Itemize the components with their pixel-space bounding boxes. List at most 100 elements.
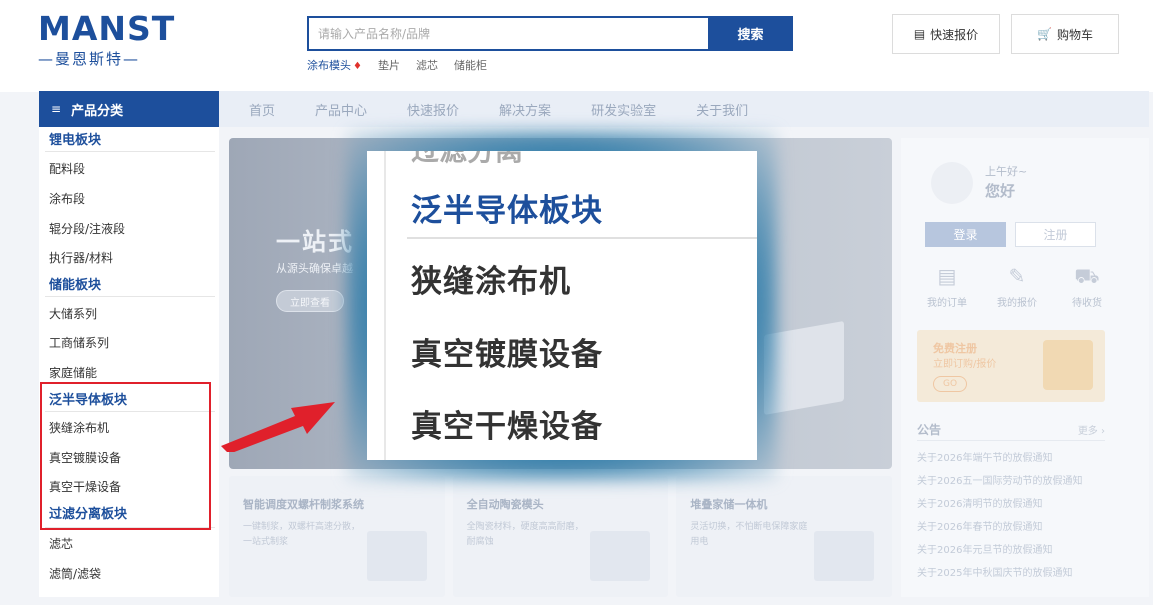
zoom-item: 狭缝涂布机 xyxy=(411,264,571,300)
user-panel: 上午好~ 您好 登录 注册 ▤ 我的订单 ✎ 我的报价 ⛟ 待收货 免费注册 立… xyxy=(901,138,1149,597)
sidebar-item[interactable]: 涂布段 xyxy=(49,190,85,207)
order-icon: ▤ xyxy=(937,264,957,288)
quote-icon: ✎ xyxy=(1008,264,1026,288)
search-input[interactable] xyxy=(309,18,709,49)
search-button[interactable]: 搜索 xyxy=(708,16,793,51)
promo-subtitle: 立即订购/报价 xyxy=(933,359,997,370)
cart-button[interactable]: 🛒 购物车 xyxy=(1011,14,1119,54)
my-orders-link[interactable]: ▤ 我的订单 xyxy=(917,264,977,309)
quick-quote-button[interactable]: ▤ 快速报价 xyxy=(892,14,1000,54)
shortcut-label: 待收货 xyxy=(1072,298,1102,309)
greeting: 上午好~ xyxy=(985,165,1028,178)
category-menu-button[interactable]: ≡ 产品分类 xyxy=(39,91,219,127)
banner-view-button[interactable]: 立即查看 xyxy=(276,290,344,312)
product-tiles: 智能调度双螺杆制浆系统 一键制浆，双螺杆高速分散，一站式制浆 全自动陶瓷模头 全… xyxy=(229,476,893,597)
banner-title: 一站式 xyxy=(276,228,354,256)
banner-subtitle: 从源头确保卓越 xyxy=(276,262,353,275)
promo-title: 免费注册 xyxy=(933,342,977,355)
divider xyxy=(384,151,386,460)
sidebar-section-lithium[interactable]: 锂电板块 xyxy=(49,129,101,148)
tile-title: 堆叠家储一体机 xyxy=(690,498,768,511)
sidebar-item[interactable]: 滤芯 xyxy=(49,535,73,552)
tile-title: 全自动陶瓷模头 xyxy=(466,498,544,511)
hotword-link[interactable]: 滤芯 xyxy=(416,57,438,73)
zoom-item: 真空镀膜设备 xyxy=(411,337,603,373)
sidebar-item[interactable]: 配料段 xyxy=(49,160,85,177)
search-box: 搜索 xyxy=(307,16,793,51)
sidebar-item[interactable]: 家庭储能 xyxy=(49,364,97,381)
tile-image xyxy=(590,531,651,581)
hot-search-words: 涂布模头 ♦ 垫片 滤芯 储能柜 xyxy=(307,57,487,73)
quick-quote-label: 快速报价 xyxy=(930,27,979,42)
menu-icon: ≡ xyxy=(51,102,62,116)
hotword-link[interactable]: 涂布模头 ♦ xyxy=(307,57,362,73)
notice-item[interactable]: 关于2026年春节的放假通知 xyxy=(917,521,1082,544)
nav-lab[interactable]: 研发实验室 xyxy=(591,100,656,119)
pending-delivery-link[interactable]: ⛟ 待收货 xyxy=(1057,264,1117,309)
notice-item[interactable]: 关于2025年中秋国庆节的放假通知 xyxy=(917,567,1082,590)
tile-image xyxy=(814,531,875,581)
divider xyxy=(407,237,757,239)
sidebar-item[interactable]: 工商储系列 xyxy=(49,334,109,351)
sidebar-item[interactable]: 大储系列 xyxy=(49,305,97,322)
divider xyxy=(45,151,215,152)
page: MANST —曼恩斯特— 搜索 涂布模头♦ 垫片 滤芯 储能柜 ▤ 快速报价 🛒… xyxy=(0,0,1153,605)
category-button-label: 产品分类 xyxy=(71,103,124,119)
zoom-item: 真空干燥设备 xyxy=(411,409,603,445)
nav-quote[interactable]: 快速报价 xyxy=(407,100,459,119)
sidebar-item[interactable]: 滤筒/滤袋 xyxy=(49,565,101,582)
zoom-callout: 过滤分离 泛半导体板块 狭缝涂布机 真空镀膜设备 真空干燥设备 xyxy=(367,151,757,460)
product-tile[interactable]: 堆叠家储一体机 灵活切换，不怕断电保障家庭用电 xyxy=(676,476,893,597)
pointer-arrow-icon xyxy=(221,402,335,452)
highlight-box xyxy=(40,382,211,530)
notice-item[interactable]: 关于2026清明节的放假通知 xyxy=(917,498,1082,521)
tile-description: 全陶瓷材料，硬度高高耐磨，耐腐蚀 xyxy=(466,522,584,547)
truck-icon: ⛟ xyxy=(1074,264,1100,288)
sidebar-section-storage[interactable]: 储能板块 xyxy=(49,274,101,293)
nav-home[interactable]: 首页 xyxy=(249,100,275,119)
document-icon: ▤ xyxy=(913,27,926,41)
hello-text: 您好 xyxy=(985,182,1016,200)
tile-image xyxy=(366,531,427,581)
register-promo-banner[interactable]: 免费注册 立即订购/报价 GO xyxy=(917,330,1105,402)
main-nav: 首页 产品中心 快速报价 解决方案 研发实验室 关于我们 xyxy=(219,91,1149,127)
notice-item[interactable]: 关于2026五一国际劳动节的放假通知 xyxy=(917,475,1082,498)
tile-title: 智能调度双螺杆制浆系统 xyxy=(243,498,364,511)
hotword-link[interactable]: 垫片 xyxy=(378,57,400,73)
avatar xyxy=(931,162,973,204)
shortcut-label: 我的报价 xyxy=(997,298,1037,309)
nav-solutions[interactable]: 解决方案 xyxy=(499,100,551,119)
notice-title: 公告 xyxy=(917,423,942,437)
top-header: MANST —曼恩斯特— 搜索 涂布模头♦ 垫片 滤芯 储能柜 ▤ 快速报价 🛒… xyxy=(0,0,1153,92)
product-tile[interactable]: 智能调度双螺杆制浆系统 一键制浆，双螺杆高速分散，一站式制浆 xyxy=(229,476,445,597)
notice-item[interactable]: 关于2026年元旦节的放假通知 xyxy=(917,544,1082,567)
promo-image xyxy=(1043,340,1093,390)
nav-products[interactable]: 产品中心 xyxy=(315,100,367,119)
sidebar-item[interactable]: 执行器/材料 xyxy=(49,249,113,266)
hotword-link[interactable]: 储能柜 xyxy=(454,57,487,73)
notice-item[interactable]: 关于2026年端午节的放假通知 xyxy=(917,452,1082,475)
nav-about[interactable]: 关于我们 xyxy=(696,100,748,119)
login-button[interactable]: 登录 xyxy=(925,222,1006,247)
logo-chinese-name: —曼恩斯特— xyxy=(38,50,141,68)
logo[interactable]: MANST —曼恩斯特— xyxy=(38,12,178,72)
divider xyxy=(917,440,1105,441)
shortcut-icons: ▤ 我的订单 ✎ 我的报价 ⛟ 待收货 xyxy=(917,264,1117,309)
promo-go-button[interactable]: GO xyxy=(933,376,967,392)
register-button[interactable]: 注册 xyxy=(1015,222,1096,247)
product-tile[interactable]: 全自动陶瓷模头 全陶瓷材料，硬度高高耐磨，耐腐蚀 xyxy=(452,476,669,597)
zoom-partial-text: 过滤分离 xyxy=(411,151,523,169)
sidebar-item[interactable]: 辊分段/注液段 xyxy=(49,220,125,237)
divider xyxy=(45,296,215,297)
tile-description: 一键制浆，双螺杆高速分散，一站式制浆 xyxy=(243,522,361,547)
cart-label: 购物车 xyxy=(1056,27,1093,42)
arrow-shape xyxy=(221,402,335,452)
logo-wordmark: MANST xyxy=(38,9,176,48)
flame-icon: ♦ xyxy=(353,61,362,72)
notice-more-link[interactable]: 更多 › xyxy=(1078,422,1105,437)
notice-list: 关于2026年端午节的放假通知 关于2026五一国际劳动节的放假通知 关于202… xyxy=(917,452,1082,590)
hotword-label: 涂布模头 xyxy=(307,59,351,72)
tile-description: 灵活切换，不怕断电保障家庭用电 xyxy=(690,522,808,547)
my-quotes-link[interactable]: ✎ 我的报价 xyxy=(987,264,1047,309)
shortcut-label: 我的订单 xyxy=(927,298,967,309)
